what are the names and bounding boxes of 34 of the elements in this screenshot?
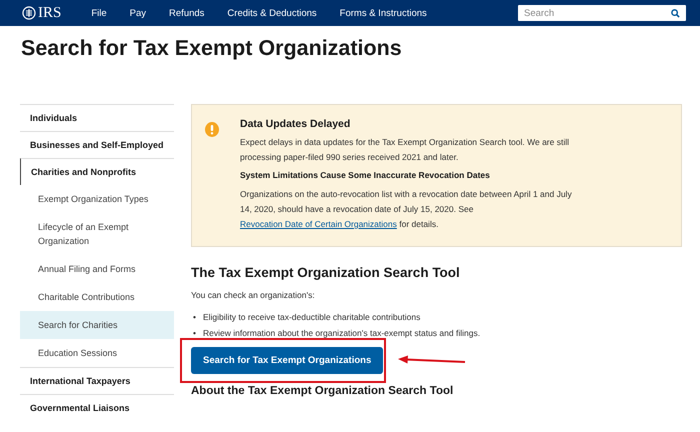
sidebar-item[interactable]: Businesses and Self-Employed: [20, 131, 174, 158]
revocation-link[interactable]: Revocation Date of Certain Organizations: [240, 219, 397, 229]
page-title: Search for Tax Exempt Organizations: [21, 36, 403, 61]
bullet-item: Eligibility to receive tax-deductible charitable contributions: [202, 311, 420, 324]
search-organizations-button[interactable]: Search for Tax Exempt Organizations: [191, 347, 384, 374]
nav-link[interactable]: File: [91, 8, 107, 18]
section-heading: About the Tax Exempt Organization Search Tool: [191, 385, 454, 397]
sidebar-subitem[interactable]: Lifecycle of an Exempt Organization: [20, 213, 174, 255]
exclamation-icon: [205, 122, 219, 137]
intro-text: You can check an organization's:: [191, 289, 316, 302]
nav-link[interactable]: Refunds: [169, 8, 204, 18]
nav-link[interactable]: Credits & Deductions: [227, 8, 317, 18]
nav-link[interactable]: Pay: [130, 8, 146, 18]
sidebar-subitem[interactable]: Annual Filing and Forms: [20, 255, 174, 283]
alert-title: Data Updates Delayed: [240, 118, 352, 130]
alert-text: Organizations on the auto-revocation list with a revocation date between April 1 and July 14, 2020, should have a revocation date of July 15, 2020. See Revocation Date of Certain Organizations for details.: [240, 188, 573, 231]
bullet-symbol: •: [193, 327, 196, 340]
nav-link[interactable]: Forms & Instructions: [340, 8, 427, 18]
alert-text: Expect delays in data updates for the Tax Exempt Organization Search tool. We are still processing paper-filed 990 series received 2021 and later.: [240, 136, 570, 164]
sidebar-item[interactable]: International Taxpayers: [20, 367, 174, 394]
irs-logo[interactable]: IRS: [22, 4, 62, 22]
sidebar-item[interactable]: Charities and Nonprofits: [20, 158, 174, 185]
alert-subtitle: System Limitations Cause Some Inaccurate Revocation Dates: [240, 170, 491, 180]
sidebar-subitem[interactable]: Education Sessions: [20, 339, 174, 367]
bullet-symbol: •: [193, 311, 196, 324]
sidebar-subitem[interactable]: Charitable Contributions: [20, 283, 174, 311]
search-field[interactable]: Search: [518, 5, 686, 21]
sidebar-item[interactable]: Governmental Liaisons: [20, 394, 174, 421]
sidebar-subitem[interactable]: Exempt Organization Types: [20, 185, 174, 213]
sidebar-item[interactable]: Individuals: [20, 104, 174, 131]
bullet-item: Review information about the organization's tax-exempt status and filings.: [202, 327, 480, 340]
sidebar-subitem[interactable]: Search for Charities: [20, 311, 174, 339]
section-heading: The Tax Exempt Organization Search Tool: [191, 265, 461, 280]
search-icon[interactable]: [671, 8, 680, 18]
